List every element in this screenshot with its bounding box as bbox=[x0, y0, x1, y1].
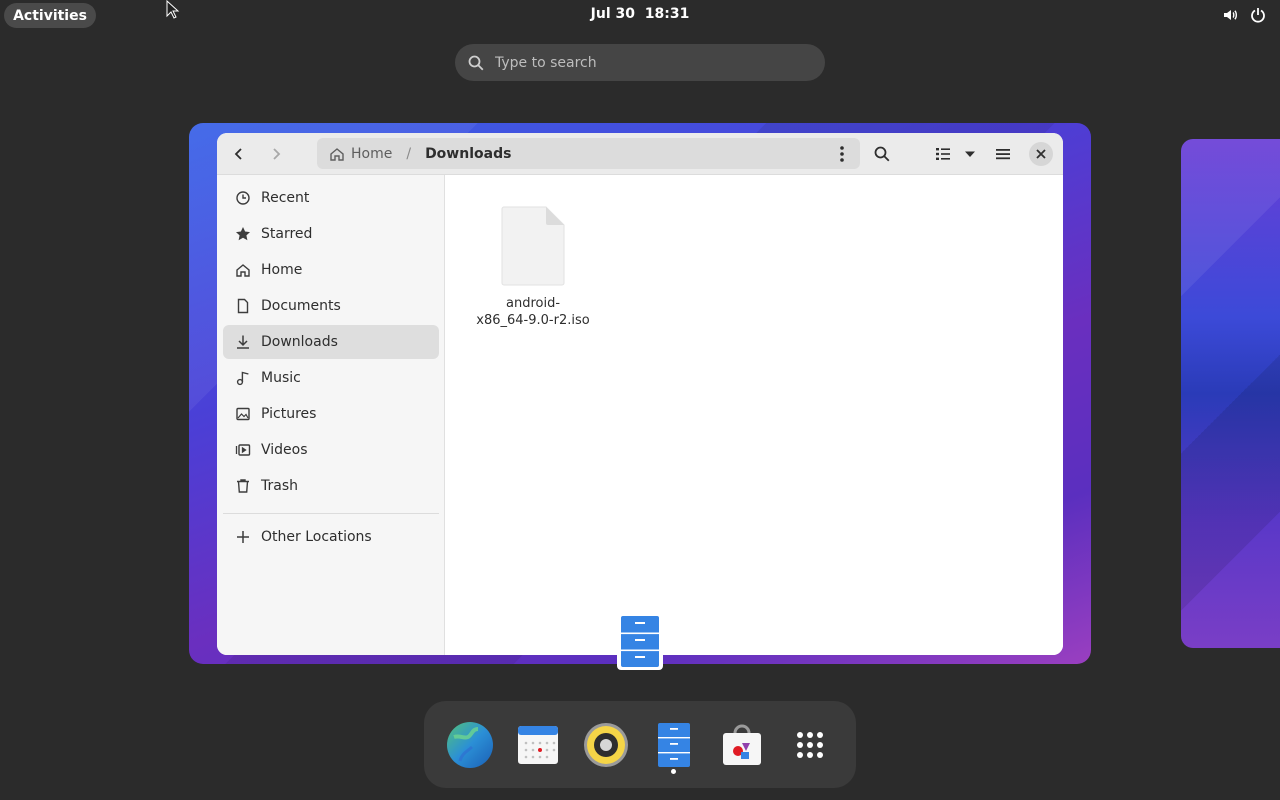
window-app-icon bbox=[617, 613, 663, 670]
sidebar-item-label: Starred bbox=[261, 226, 313, 242]
sidebar-item-videos[interactable]: Videos bbox=[223, 433, 439, 467]
sidebar-item-documents[interactable]: Documents bbox=[223, 289, 439, 323]
sidebar-item-label: Home bbox=[261, 262, 303, 278]
clock-icon bbox=[236, 191, 250, 205]
sidebar-separator bbox=[223, 513, 439, 514]
files-window[interactable]: Home / Downloads Recent Starred Home Doc… bbox=[217, 133, 1063, 655]
search-button[interactable] bbox=[869, 141, 895, 167]
sidebar-item-label: Documents bbox=[261, 298, 341, 314]
files-icon[interactable] bbox=[650, 721, 698, 769]
mouse-pointer-icon bbox=[166, 0, 180, 20]
video-icon bbox=[235, 444, 251, 456]
running-indicator bbox=[671, 769, 676, 774]
picture-icon bbox=[236, 407, 250, 421]
sidebar-item-label: Other Locations bbox=[261, 529, 372, 545]
document-icon bbox=[237, 298, 249, 314]
path-bar[interactable]: Home / Downloads bbox=[317, 138, 860, 169]
star-icon bbox=[236, 227, 250, 241]
search-input[interactable] bbox=[495, 54, 795, 71]
plus-icon bbox=[237, 531, 249, 543]
close-window-button[interactable] bbox=[1029, 142, 1053, 166]
forward-button[interactable] bbox=[263, 141, 289, 167]
view-list-button[interactable] bbox=[930, 141, 956, 167]
breadcrumb-home[interactable]: Home bbox=[329, 146, 392, 162]
overview-search-bar[interactable] bbox=[455, 44, 825, 81]
activities-button[interactable]: Activities bbox=[4, 3, 96, 28]
sidebar-item-music[interactable]: Music bbox=[223, 361, 439, 395]
sidebar-item-other-locations[interactable]: Other Locations bbox=[223, 520, 439, 554]
sidebar-item-home[interactable]: Home bbox=[223, 253, 439, 287]
rhythmbox-icon[interactable] bbox=[582, 721, 630, 769]
sidebar-item-downloads[interactable]: Downloads bbox=[223, 325, 439, 359]
files-cabinet-icon bbox=[621, 616, 659, 667]
hamburger-menu-icon bbox=[996, 149, 1010, 160]
breadcrumb-separator: / bbox=[406, 145, 412, 162]
file-view[interactable]: android- x86_64-9.0-r2.iso bbox=[446, 175, 1063, 655]
view-options-button[interactable] bbox=[957, 141, 983, 167]
file-name-line: android- bbox=[505, 296, 561, 311]
sidebar-item-label: Music bbox=[261, 370, 301, 386]
show-apps-icon[interactable] bbox=[786, 721, 834, 769]
home-icon bbox=[330, 147, 344, 161]
music-icon bbox=[236, 371, 249, 386]
path-menu-button[interactable] bbox=[832, 144, 852, 164]
top-bar: Activities Jul 30 18:31 bbox=[0, 0, 1280, 32]
sidebar-item-label: Pictures bbox=[261, 406, 317, 422]
sidebar-item-label: Videos bbox=[261, 442, 308, 458]
sidebar-item-label: Recent bbox=[261, 190, 310, 206]
header-bar: Home / Downloads bbox=[217, 133, 1063, 175]
back-button[interactable] bbox=[226, 141, 252, 167]
sidebar-item-label: Downloads bbox=[261, 334, 338, 350]
workspace-thumbnail-next[interactable] bbox=[1181, 139, 1280, 648]
search-icon bbox=[467, 54, 485, 72]
breadcrumb-home-label: Home bbox=[351, 145, 393, 162]
generic-file-icon bbox=[501, 206, 565, 286]
software-icon[interactable] bbox=[718, 721, 766, 769]
dash bbox=[424, 701, 856, 788]
trash-icon bbox=[237, 479, 249, 493]
power-icon[interactable] bbox=[1250, 7, 1266, 23]
sidebar-item-pictures[interactable]: Pictures bbox=[223, 397, 439, 431]
system-status-area[interactable] bbox=[1222, 7, 1266, 23]
breadcrumb-current[interactable]: Downloads bbox=[425, 146, 511, 162]
search-icon bbox=[874, 146, 890, 162]
close-icon bbox=[1036, 149, 1046, 159]
sidebar-item-trash[interactable]: Trash bbox=[223, 469, 439, 503]
places-sidebar: Recent Starred Home Documents Downloads … bbox=[217, 175, 445, 655]
file-name-line: x86_64-9.0-r2.iso bbox=[476, 313, 590, 328]
forward-arrow-icon bbox=[273, 148, 281, 160]
vertical-dots-icon bbox=[840, 146, 844, 162]
web-browser-icon[interactable] bbox=[446, 721, 494, 769]
sidebar-item-starred[interactable]: Starred bbox=[223, 217, 439, 251]
back-arrow-icon bbox=[234, 148, 242, 160]
sidebar-item-recent[interactable]: Recent bbox=[223, 181, 439, 215]
main-menu-button[interactable] bbox=[990, 141, 1016, 167]
clock[interactable]: Jul 30 18:31 bbox=[560, 6, 720, 22]
chevron-down-icon bbox=[965, 151, 975, 157]
sidebar-item-label: Trash bbox=[261, 478, 298, 494]
volume-icon[interactable] bbox=[1222, 7, 1238, 23]
calendar-icon[interactable] bbox=[514, 721, 562, 769]
file-item[interactable]: android- x86_64-9.0-r2.iso bbox=[476, 205, 590, 329]
download-icon bbox=[237, 335, 249, 349]
list-view-icon bbox=[936, 148, 950, 160]
home-icon bbox=[236, 264, 250, 277]
